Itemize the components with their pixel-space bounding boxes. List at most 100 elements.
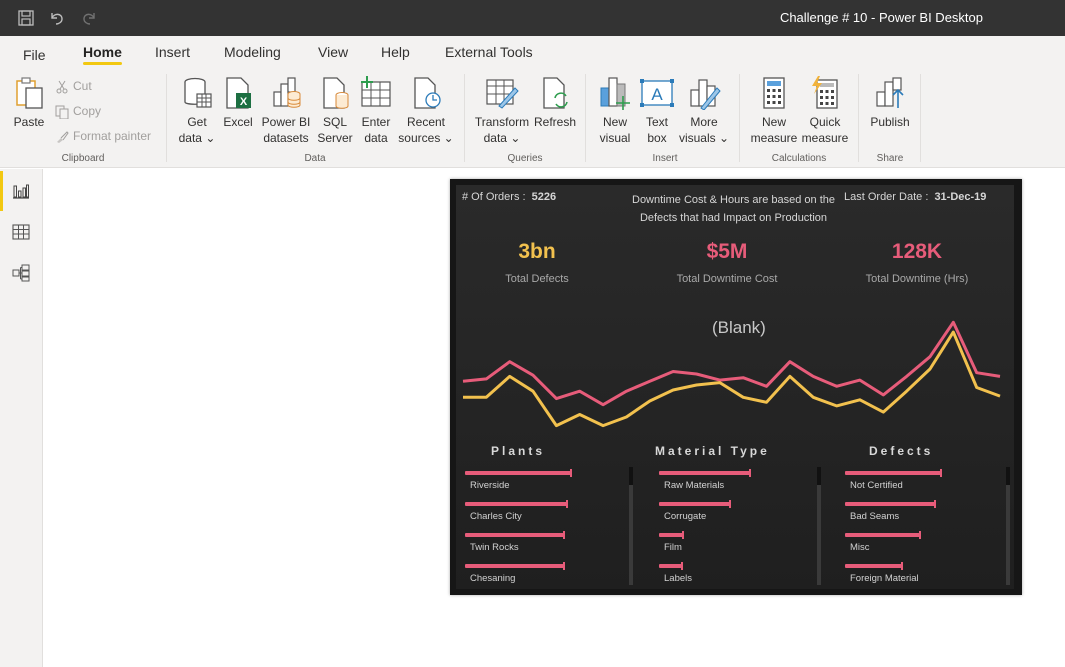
excel-label: Excel (223, 115, 253, 129)
recent-sources-icon (414, 77, 441, 109)
dashboard-visual[interactable]: # Of Orders : 5226 Downtime Cost & Hours… (450, 179, 1022, 595)
defect-bar[interactable] (845, 531, 921, 539)
tab-file[interactable]: File (23, 47, 46, 63)
copy-icon (55, 105, 69, 120)
tab-external-tools[interactable]: External Tools (445, 44, 533, 60)
copy-button[interactable]: Copy (55, 102, 101, 120)
power-bi-datasets-button[interactable]: Power BI datasets (259, 76, 313, 146)
defect-bar[interactable] (845, 562, 903, 570)
kpi-downtime-cost-label: Total Downtime Cost (676, 273, 778, 285)
defects-scrollbar[interactable] (1006, 467, 1010, 585)
copy-label: Copy (73, 104, 102, 118)
get-data-button[interactable]: Get data ⌄ (176, 76, 218, 146)
paste-label: Paste (13, 115, 45, 129)
plant-bar[interactable] (465, 531, 565, 539)
report-view-button[interactable] (0, 171, 43, 211)
bar-chart-icon (13, 184, 29, 199)
kpi-total-defects-value: 3bn (518, 240, 556, 263)
plant-bar[interactable] (465, 500, 568, 508)
material-bar[interactable] (659, 500, 731, 508)
more-visuals-button[interactable]: More visuals ⌄ (678, 76, 730, 146)
defect-bar[interactable] (845, 469, 942, 477)
group-label-clipboard: Clipboard (61, 153, 105, 164)
defects-scroll-thumb[interactable] (1006, 467, 1010, 485)
tab-home[interactable]: Home (83, 44, 122, 65)
new-visual-label-1: New (602, 115, 627, 129)
quick-measure-icon (812, 76, 838, 109)
material-bar[interactable] (659, 562, 683, 570)
text-box-button[interactable]: A Text box (638, 76, 676, 146)
enter-data-icon (361, 76, 391, 107)
transform-data-button[interactable]: Transform data ⌄ (472, 76, 532, 146)
series-line-downtime[interactable] (462, 320, 1001, 407)
sql-server-button[interactable]: SQL Server (316, 76, 354, 146)
data-view-button[interactable] (0, 212, 43, 252)
refresh-button[interactable]: Refresh (533, 76, 577, 130)
material-scroll-thumb[interactable] (817, 467, 821, 485)
defect-label[interactable]: Foreign Material (850, 573, 919, 584)
paste-button[interactable]: Paste (10, 76, 48, 130)
note-line-1: Downtime Cost & Hours are based on the (632, 194, 835, 206)
plant-label[interactable]: Chesaning (470, 573, 515, 584)
model-view-button[interactable] (0, 253, 43, 293)
material-label[interactable]: Film (664, 542, 682, 553)
new-visual-button[interactable]: New visual (596, 76, 634, 146)
group-label-insert: Insert (652, 153, 678, 164)
group-label-queries: Queries (507, 153, 543, 164)
sql-server-icon (323, 77, 349, 109)
format-painter-button[interactable]: Format painter (55, 127, 151, 145)
dashboard-background: # Of Orders : 5226 Downtime Cost & Hours… (456, 185, 1014, 589)
material-label[interactable]: Raw Materials (664, 480, 724, 491)
recent-sources-label-2: sources ⌄ (398, 131, 454, 145)
defect-label[interactable]: Misc (850, 542, 870, 553)
publish-button[interactable]: Publish (866, 76, 914, 130)
panel-title-plants: Plants (491, 444, 546, 458)
plant-label[interactable]: Charles City (470, 511, 522, 522)
defect-bar[interactable] (845, 500, 936, 508)
enter-data-label-1: Enter (361, 115, 391, 129)
plants-scroll-thumb[interactable] (629, 467, 633, 485)
orders-value: 5226 (531, 191, 557, 203)
tab-insert[interactable]: Insert (155, 44, 190, 60)
enter-data-label-2: data (364, 131, 388, 145)
quick-measure-button[interactable]: Quick measure (800, 76, 850, 146)
plant-bar[interactable] (465, 562, 565, 570)
group-separator (858, 74, 859, 162)
new-measure-button[interactable]: New measure (748, 76, 800, 146)
material-bar[interactable] (659, 469, 751, 477)
plant-label[interactable]: Riverside (470, 480, 510, 491)
material-scrollbar[interactable] (817, 467, 821, 585)
cut-label: Cut (73, 79, 92, 93)
model-icon (12, 264, 30, 282)
kpi-downtime-hours-value: 128K (891, 240, 943, 263)
tab-help[interactable]: Help (381, 44, 410, 60)
enter-data-button[interactable]: Enter data (358, 76, 394, 146)
new-measure-label-1: New (761, 115, 786, 129)
kpi-downtime-cost-value: $5M (706, 240, 748, 263)
new-visual-label-2: visual (599, 131, 631, 145)
group-label-share: Share (876, 153, 904, 164)
trend-line-chart[interactable] (462, 305, 1014, 455)
cut-button[interactable]: Cut (55, 77, 92, 95)
group-label-data: Data (304, 153, 326, 164)
plants-scrollbar[interactable] (629, 467, 633, 585)
material-bar[interactable] (659, 531, 684, 539)
more-visuals-icon (690, 79, 721, 110)
ribbon: Paste Cut Copy Format painter Clipboard … (0, 70, 1065, 168)
publish-icon (876, 77, 904, 108)
defect-label[interactable]: Bad Seams (850, 511, 899, 522)
quick-measure-label-1: Quick (809, 115, 841, 129)
refresh-label: Refresh (533, 115, 577, 129)
tab-view[interactable]: View (318, 44, 348, 60)
plant-label[interactable]: Twin Rocks (470, 542, 519, 553)
recent-sources-button[interactable]: Recent sources ⌄ (398, 76, 454, 146)
defect-label[interactable]: Not Certified (850, 480, 903, 491)
material-label[interactable]: Labels (664, 573, 692, 584)
tab-modeling[interactable]: Modeling (224, 44, 281, 60)
paste-icon (16, 77, 43, 109)
plant-bar[interactable] (465, 469, 572, 477)
downtime-note: Downtime Cost & Hours are based on the D… (596, 191, 871, 227)
transform-data-icon (486, 79, 519, 109)
excel-button[interactable]: X Excel (221, 76, 255, 130)
material-label[interactable]: Corrugate (664, 511, 706, 522)
